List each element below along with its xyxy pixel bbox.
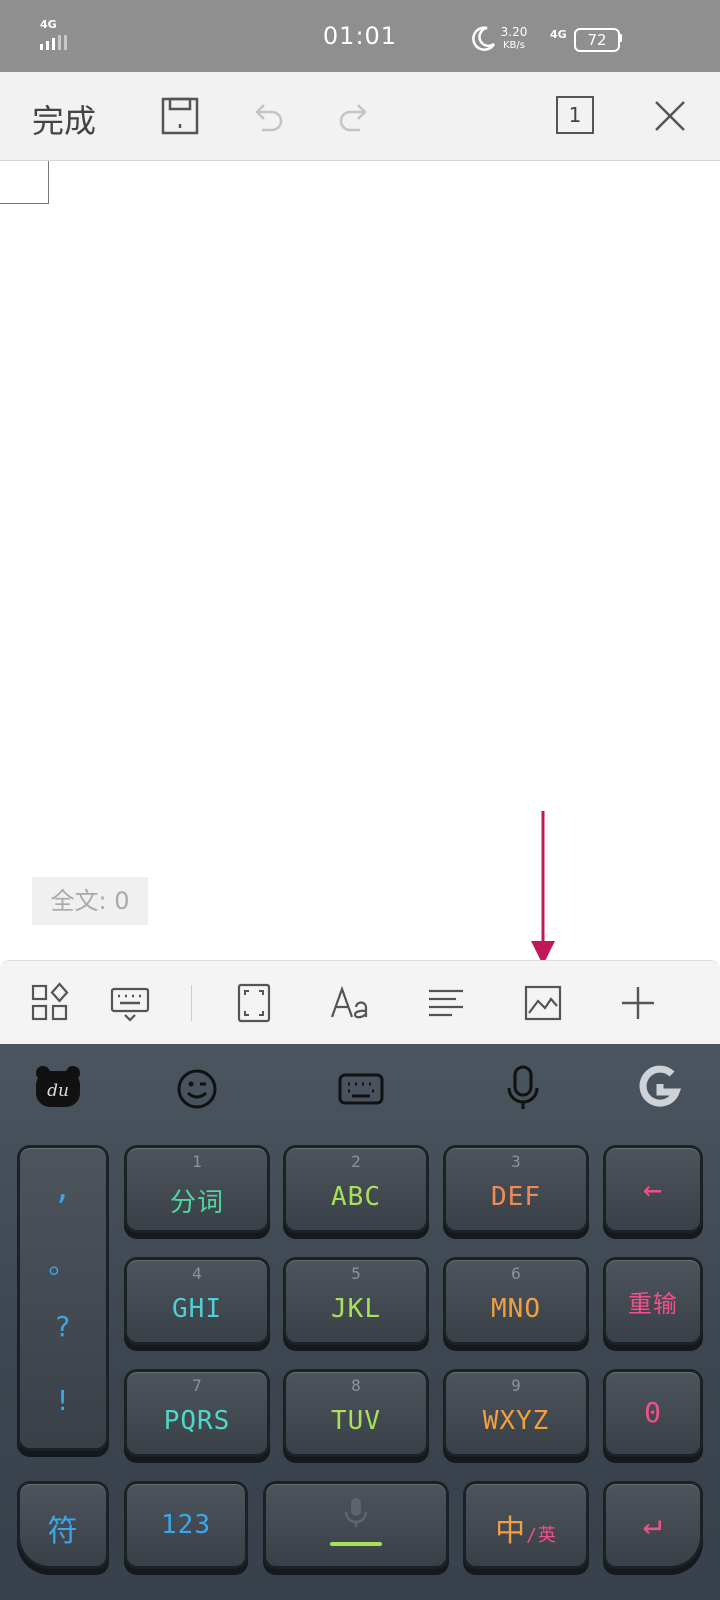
- punct-question: ?: [54, 1310, 72, 1343]
- enter-icon: ↵: [642, 1504, 664, 1542]
- key-label: JKL: [331, 1294, 381, 1324]
- ime-keyboard: du , 。 ? ! 1 分词 2 ABC 3 DEF ← 4 GHI 5 JK…: [0, 1044, 720, 1600]
- key-label: DEF: [491, 1182, 541, 1212]
- network2-label: 4G: [550, 28, 567, 41]
- retype-label: 重输: [628, 1290, 678, 1318]
- punctuation-key[interactable]: , 。 ? !: [20, 1148, 106, 1448]
- punct-comma: ,: [53, 1172, 73, 1207]
- key-6[interactable]: 6 MNO: [446, 1260, 586, 1342]
- battery-tip: [619, 34, 622, 42]
- space-key[interactable]: [266, 1484, 446, 1566]
- lang-main: 中: [495, 1514, 527, 1549]
- symbol-label: 符: [47, 1514, 79, 1549]
- key-4[interactable]: 4 GHI: [127, 1260, 267, 1342]
- redo-icon[interactable]: [332, 94, 376, 138]
- key-7[interactable]: 7 PQRS: [127, 1372, 267, 1454]
- editor-toolbar: 完成 1: [0, 72, 720, 161]
- voice-input-icon[interactable]: [504, 1064, 542, 1112]
- fullscreen-icon[interactable]: [232, 981, 276, 1025]
- retype-key[interactable]: 重输: [606, 1260, 700, 1342]
- key-number: 3: [511, 1152, 521, 1171]
- key-label: PQRS: [163, 1406, 231, 1436]
- key-number: 6: [511, 1264, 521, 1283]
- key-label: GHI: [172, 1294, 222, 1324]
- key-number: 5: [351, 1264, 361, 1283]
- space-mic-icon: [344, 1498, 368, 1527]
- key-2[interactable]: 2 ABC: [286, 1148, 426, 1230]
- key-label: MNO: [491, 1294, 541, 1324]
- status-bar: 4G 01:01 3.20 KB/s 4G 72: [0, 0, 720, 72]
- key-number: 4: [192, 1264, 202, 1283]
- backspace-key[interactable]: ←: [606, 1148, 700, 1230]
- key-number: 8: [351, 1376, 361, 1395]
- add-icon[interactable]: [616, 981, 660, 1025]
- lang-sub: /英: [526, 1525, 557, 1546]
- done-button[interactable]: 完成: [32, 96, 96, 142]
- number-key[interactable]: 123: [127, 1484, 245, 1566]
- emoji-icon[interactable]: [176, 1068, 218, 1110]
- toolbar-divider: [191, 985, 192, 1021]
- undo-icon[interactable]: [246, 94, 290, 138]
- paragraph-align-icon[interactable]: [424, 981, 468, 1025]
- language-switch-key[interactable]: 中/英: [466, 1484, 586, 1566]
- du-logo-icon[interactable]: du: [34, 1064, 82, 1110]
- key-9[interactable]: 9 WXYZ: [446, 1372, 586, 1454]
- punct-exclaim: !: [54, 1384, 72, 1417]
- key-number: 9: [511, 1376, 521, 1395]
- backspace-icon: ←: [642, 1170, 664, 1208]
- page-count-button[interactable]: 1: [556, 96, 594, 134]
- page-count: 1: [568, 103, 582, 127]
- format-toolbar: [0, 960, 720, 1045]
- number-label: 123: [161, 1510, 211, 1540]
- speed-unit: KB/s: [503, 40, 525, 51]
- save-icon[interactable]: [158, 94, 202, 138]
- close-icon[interactable]: [648, 94, 692, 138]
- key-number: 1: [192, 1152, 202, 1171]
- zero-key[interactable]: 0: [606, 1372, 700, 1454]
- key-8[interactable]: 8 TUV: [286, 1372, 426, 1454]
- moon-icon: [472, 26, 496, 51]
- symbol-key[interactable]: 符: [20, 1484, 106, 1566]
- document-area[interactable]: 全文: 0: [0, 161, 720, 965]
- key-label: WXYZ: [482, 1406, 550, 1436]
- annotation-arrow: [531, 811, 555, 965]
- insert-image-icon[interactable]: [521, 981, 565, 1025]
- key-number: 7: [192, 1376, 202, 1395]
- zero-label: 0: [644, 1396, 662, 1429]
- settings-logo-icon[interactable]: [636, 1064, 682, 1110]
- keyboard-hide-icon[interactable]: [108, 981, 152, 1025]
- punct-period: 。: [48, 1247, 78, 1280]
- key-label: TUV: [331, 1406, 381, 1436]
- space-indicator: [330, 1542, 382, 1546]
- key-number: 2: [351, 1152, 361, 1171]
- page-corner-mark: [0, 161, 49, 204]
- speed-value: 3.20: [500, 25, 528, 39]
- apps-icon[interactable]: [28, 981, 72, 1025]
- keyboard-switch-icon[interactable]: [338, 1072, 384, 1108]
- svg-text:du: du: [47, 1081, 69, 1101]
- key-5[interactable]: 5 JKL: [286, 1260, 426, 1342]
- enter-key[interactable]: ↵: [606, 1484, 700, 1566]
- key-label: 分词: [169, 1188, 224, 1218]
- battery-icon: 72: [574, 28, 620, 52]
- key-label: ABC: [331, 1182, 381, 1212]
- battery-level: 72: [587, 31, 607, 49]
- font-icon[interactable]: [328, 981, 372, 1025]
- key-3[interactable]: 3 DEF: [446, 1148, 586, 1230]
- word-count-badge: 全文: 0: [32, 877, 148, 925]
- net-speed: 3.20 KB/s: [499, 26, 529, 52]
- key-1[interactable]: 1 分词: [127, 1148, 267, 1230]
- language-label: 中/英: [466, 1506, 586, 1550]
